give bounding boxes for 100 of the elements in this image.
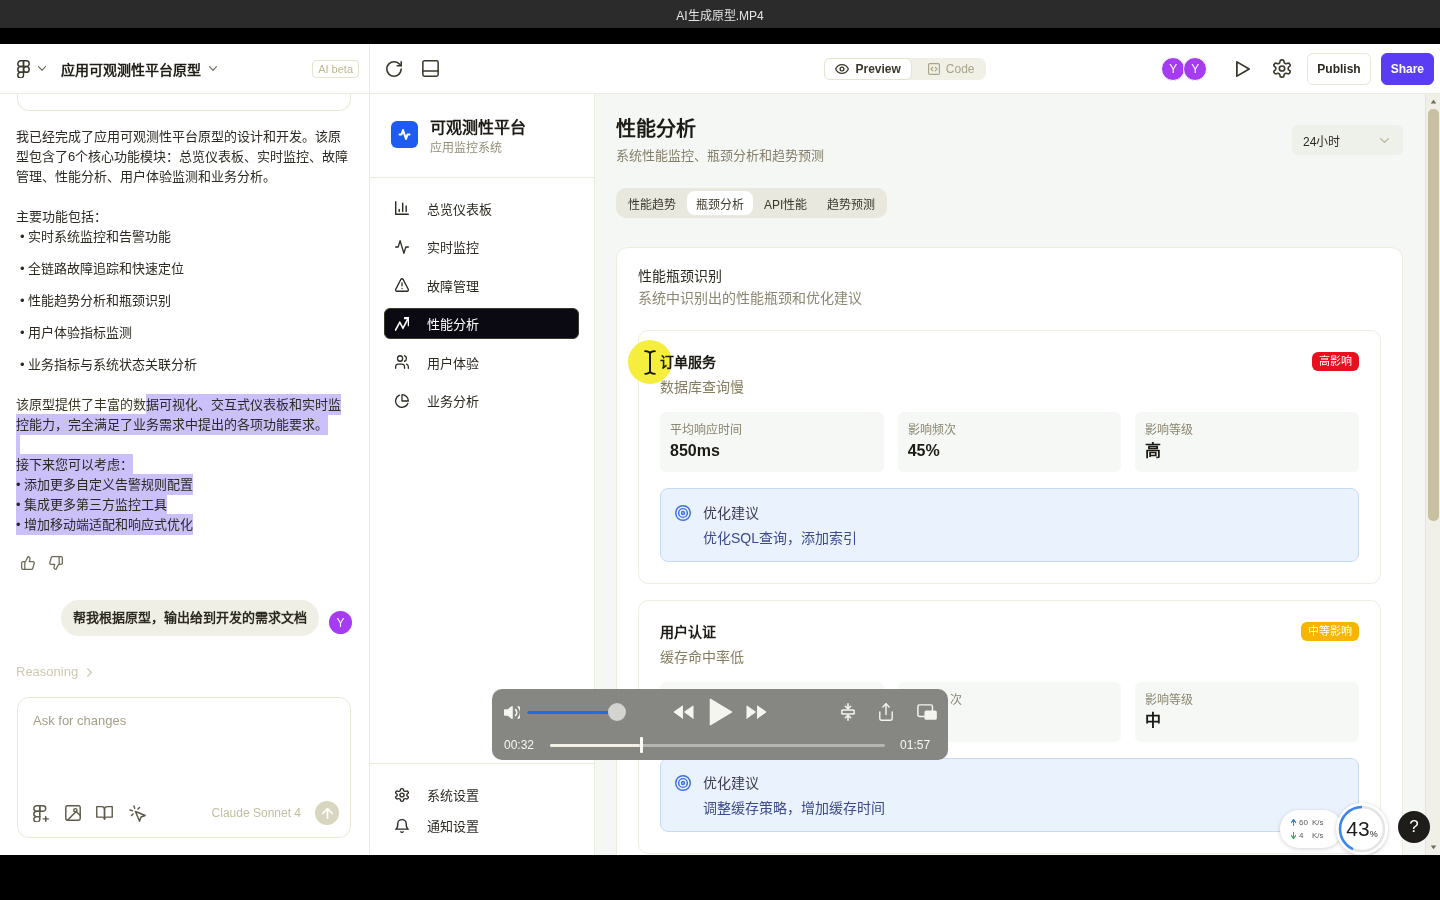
metric-value: 850ms bbox=[670, 441, 721, 461]
suggestion-title: 优化建议 bbox=[703, 774, 759, 793]
nav-item[interactable]: 用户体验 bbox=[384, 346, 579, 378]
metric-label: 影响等级 bbox=[1145, 692, 1195, 708]
nav-item[interactable]: 故障管理 bbox=[384, 269, 579, 301]
scroll-up-icon[interactable] bbox=[1429, 99, 1437, 104]
metric-value: 中 bbox=[1145, 710, 1163, 731]
volume-thumb[interactable] bbox=[608, 703, 626, 721]
app-logo-icon[interactable] bbox=[17, 59, 30, 78]
metric-label: 影响等级 bbox=[1145, 422, 1195, 438]
volume-slider[interactable] bbox=[527, 703, 626, 721]
volume-icon[interactable] bbox=[504, 705, 520, 719]
issue-text: 数据库查询慢 bbox=[660, 378, 745, 397]
resize-icon[interactable] bbox=[841, 703, 855, 721]
message-text: • 集成更多第三方监控工具 bbox=[16, 495, 351, 515]
publish-button[interactable]: Publish bbox=[1307, 52, 1371, 85]
issue-text: 缓存命中率低 bbox=[660, 648, 745, 667]
duration-time: 01:57 bbox=[900, 738, 931, 752]
avatar: Y bbox=[1183, 56, 1208, 81]
time-range-dropdown[interactable]: 24小时 bbox=[1292, 125, 1403, 155]
code-icon bbox=[927, 62, 940, 75]
upload-speed: 60 bbox=[1299, 817, 1309, 829]
message-input[interactable]: Ask for changes bbox=[18, 698, 350, 801]
trend-up-icon bbox=[395, 316, 409, 331]
suggestion-text: 调整缓存策略，增加缓存时间 bbox=[702, 799, 886, 818]
metric-label: 次 bbox=[949, 692, 963, 708]
bar-chart-icon bbox=[395, 201, 409, 215]
speed-unit: K/s bbox=[1312, 817, 1324, 829]
target-icon bbox=[675, 775, 691, 791]
list-item: • 性能趋势分析和瓶颈识别 bbox=[20, 292, 173, 310]
avatar: Y bbox=[1161, 56, 1186, 81]
text-cursor-icon bbox=[644, 350, 656, 375]
tab[interactable]: 性能趋势 bbox=[619, 191, 685, 215]
play-icon[interactable] bbox=[1236, 60, 1251, 77]
image-icon[interactable] bbox=[65, 805, 81, 821]
click-icon[interactable] bbox=[129, 804, 146, 822]
progress-thumb[interactable] bbox=[639, 737, 643, 753]
pie-chart-icon bbox=[395, 393, 409, 408]
nav-item[interactable]: 性能分析 bbox=[384, 308, 579, 340]
refresh-icon[interactable] bbox=[386, 60, 402, 77]
fast-forward-icon[interactable] bbox=[746, 705, 767, 719]
settings-icon bbox=[395, 787, 409, 802]
list-item: • 业务指标与系统状态关联分析 bbox=[20, 356, 199, 374]
scroll-down-icon[interactable] bbox=[1429, 845, 1437, 850]
nav-item[interactable]: 系统设置 bbox=[384, 779, 579, 810]
metric-value: 高 bbox=[1145, 441, 1163, 461]
speed-unit: K/s bbox=[1312, 830, 1324, 842]
warning-icon bbox=[395, 278, 409, 293]
list-item: • 实时系统监控和告警功能 bbox=[20, 228, 173, 246]
elapsed-time: 00:32 bbox=[504, 738, 535, 752]
nav-item[interactable]: 总览仪表板 bbox=[384, 192, 579, 224]
caret-icon[interactable] bbox=[209, 66, 217, 71]
beta-badge: AI beta bbox=[312, 59, 359, 78]
pulse-icon bbox=[395, 239, 409, 254]
list-item: • 用户体验指标监测 bbox=[20, 324, 134, 342]
panel-title: 性能瓶颈识别 bbox=[638, 267, 723, 285]
view-mode-tab[interactable]: Preview bbox=[824, 57, 912, 80]
book-icon[interactable] bbox=[96, 806, 113, 820]
service-name: 用户认证 bbox=[660, 623, 716, 642]
layout-icon[interactable] bbox=[422, 60, 439, 77]
usage-unit: % bbox=[1369, 828, 1378, 839]
scroll-thumb[interactable] bbox=[1427, 109, 1439, 521]
picture-in-picture-icon[interactable] bbox=[917, 704, 937, 720]
tab[interactable]: API性能 bbox=[755, 191, 817, 215]
upload-arrow-icon bbox=[1291, 819, 1296, 826]
thumbs-up-icon[interactable] bbox=[21, 556, 35, 570]
tab[interactable]: 趋势预测 bbox=[818, 191, 885, 215]
brand-subtitle: 应用监控系统 bbox=[430, 140, 503, 156]
user-message: 帮我根据原型，输出给到开发的需求文档 bbox=[61, 600, 319, 636]
message-text: 我已经完成了应用可观测性平台原型的设计和开发。该原型包含了6个核心功能模块：总览仪表板、实时监控、故障管理、性能分析、用户体验监测和业务分析。 bbox=[16, 128, 350, 186]
list-heading: 主要功能包括： bbox=[16, 208, 108, 226]
metric-value: 45% bbox=[907, 441, 941, 461]
project-title: 应用可观测性平台原型 bbox=[61, 60, 201, 79]
metric-label: 平均响应时间 bbox=[670, 422, 743, 438]
thumbs-down-icon[interactable] bbox=[49, 556, 63, 570]
nav-item[interactable]: 业务分析 bbox=[384, 385, 579, 417]
bell-icon bbox=[395, 818, 409, 833]
users-icon bbox=[395, 355, 409, 370]
message-text: 接下来您可以考虑： bbox=[16, 455, 351, 475]
download-arrow-icon bbox=[1291, 832, 1296, 839]
suggestion-text: 优化SQL查询，添加索引 bbox=[702, 529, 858, 548]
add-logo-icon[interactable] bbox=[33, 804, 50, 822]
share-icon[interactable] bbox=[879, 703, 893, 721]
video-title: AI生成原型.MP4 bbox=[676, 7, 764, 23]
tab[interactable]: 瓶颈分析 bbox=[687, 191, 753, 215]
settings-icon[interactable] bbox=[1273, 59, 1292, 78]
suggestion-title: 优化建议 bbox=[703, 504, 759, 523]
nav-item[interactable]: 实时监控 bbox=[384, 231, 579, 263]
page-subtitle: 系统性能监控、瓶颈分析和趋势预测 bbox=[616, 147, 824, 165]
avatar: Y bbox=[329, 611, 352, 634]
nav-item[interactable]: 通知设置 bbox=[384, 810, 579, 841]
panel-subtitle: 系统中识别出的性能瓶颈和优化建议 bbox=[638, 289, 863, 308]
share-button[interactable]: Share bbox=[1380, 52, 1434, 85]
target-icon bbox=[675, 505, 691, 521]
list-item: • 全链路故障追踪和快速定位 bbox=[20, 260, 186, 278]
progress-bar[interactable] bbox=[550, 737, 886, 753]
caret-icon[interactable] bbox=[38, 66, 46, 71]
arrow-up-icon bbox=[321, 807, 333, 819]
rewind-icon[interactable] bbox=[673, 705, 694, 719]
pulse-logo-icon bbox=[391, 121, 418, 148]
